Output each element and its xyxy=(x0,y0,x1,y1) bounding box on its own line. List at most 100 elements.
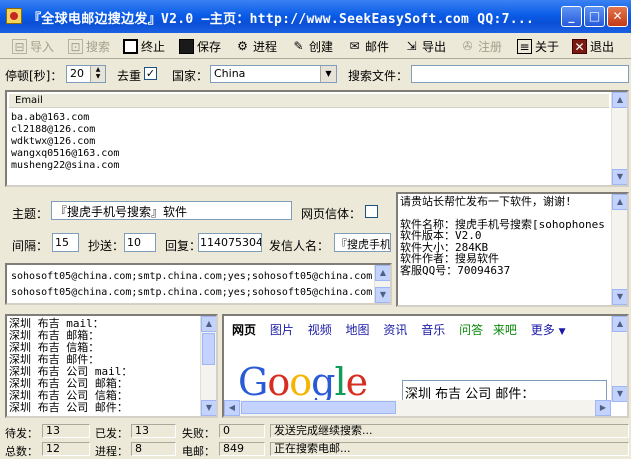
pending-label: 待发： xyxy=(5,427,38,440)
exit-label: 退出 xyxy=(590,39,615,54)
search-label: 搜索 xyxy=(86,39,111,54)
reply-input[interactable]: 1140753040 xyxy=(198,233,262,252)
browser-search-input[interactable]: 深圳 布吉 公司 邮件： xyxy=(402,380,607,402)
list-item[interactable]: ba.ab@163.com xyxy=(11,112,119,124)
progress-button[interactable]: ⚙ 进程 xyxy=(235,35,277,57)
search-button[interactable]: ⊡ 搜索 xyxy=(68,35,110,57)
scroll-up-icon[interactable]: ▲ xyxy=(612,92,627,108)
search-file-label: 搜索文件： xyxy=(348,69,409,83)
close-button[interactable]: ✕ xyxy=(607,6,628,27)
scroll-up-icon[interactable]: ▲ xyxy=(201,316,216,332)
country-select[interactable]: China ▼ xyxy=(210,65,337,83)
keyword-scrollbar[interactable]: ▲ ▼ xyxy=(200,316,216,416)
scroll-right-icon[interactable]: ▶ xyxy=(595,400,611,416)
failed-count: 0 xyxy=(219,424,265,438)
tab-web[interactable]: 网页 xyxy=(232,323,256,337)
tab-maps[interactable]: 地图 xyxy=(346,323,370,337)
subject-input[interactable]: 『搜虎手机号搜索』软件 xyxy=(51,201,292,220)
create-button[interactable]: ✎ 创建 xyxy=(291,35,333,57)
pause-value: 20 xyxy=(70,67,84,80)
stop-label: 终止 xyxy=(141,39,166,54)
smtp-scrollbar[interactable]: ▲ ▼ xyxy=(374,265,390,303)
list-item[interactable]: wangxq0516@163.com xyxy=(11,148,119,160)
country-label: 国家： xyxy=(172,69,209,83)
tab-laiba[interactable]: 来吧 xyxy=(493,323,517,337)
gear-icon: ⚙ xyxy=(237,38,248,53)
save-label: 保存 xyxy=(197,39,222,54)
info-box[interactable]: 请贵站长帮忙发布一下软件，谢谢! 软件名称：搜虎手机号搜索[sohophones… xyxy=(396,192,629,307)
tab-news[interactable]: 资讯 xyxy=(383,323,407,337)
exit-icon: ✕ xyxy=(572,38,587,54)
browser-pane[interactable]: 网页 图片 视频 地图 资讯 音乐 问答 来吧 更多 ▼ Google 深圳 布… xyxy=(222,314,629,418)
html-mail-label: 网页信体： xyxy=(301,207,362,221)
info-scrollbar[interactable]: ▲ ▼ xyxy=(611,194,627,305)
info-line: 软件版本：V2.0 xyxy=(400,229,482,242)
browser-hscrollbar[interactable]: ◀ ▶ xyxy=(224,400,611,416)
keyword-list[interactable]: 深圳 布吉 mail： 深圳 布吉 邮箱： 深圳 布吉 信箱： 深圳 布吉 邮件… xyxy=(5,314,218,418)
import-icon: ⊟ xyxy=(12,38,27,54)
tab-images[interactable]: 图片 xyxy=(270,323,294,337)
save-button[interactable]: 保存 xyxy=(179,35,221,57)
smtp-list[interactable]: sohosoft05@china.com;smtp.china.com;yes;… xyxy=(5,263,392,305)
stop-button[interactable]: 终止 xyxy=(123,35,165,57)
create-label: 创建 xyxy=(309,39,334,54)
register-button[interactable]: ✇ 注册 xyxy=(460,35,502,57)
scroll-down-icon[interactable]: ▼ xyxy=(375,287,390,303)
sent-label: 已发： xyxy=(95,427,128,440)
search-icon: ⊡ xyxy=(68,38,83,54)
about-label: 关于 xyxy=(535,39,560,54)
scroll-up-icon[interactable]: ▲ xyxy=(612,316,627,332)
import-button[interactable]: ⊟ 导入 xyxy=(12,35,54,57)
chevron-down-icon[interactable]: ▼ xyxy=(559,327,566,337)
subject-label: 主题： xyxy=(12,207,49,221)
mail-button[interactable]: ✉ 邮件 xyxy=(347,35,389,57)
smtp-line[interactable]: sohosoft05@china.com;smtp.china.com;yes;… xyxy=(11,285,378,301)
about-button[interactable]: ≡ 关于 xyxy=(517,35,559,57)
title-bar[interactable]: 『全球电邮边搜边发』V2.0 —主页：http://www.SeekEasySo… xyxy=(0,0,631,33)
export-icon: ⇲ xyxy=(406,38,417,53)
tab-videos[interactable]: 视频 xyxy=(308,323,332,337)
tab-music[interactable]: 音乐 xyxy=(421,323,445,337)
scroll-up-icon[interactable]: ▲ xyxy=(612,194,627,210)
sender-input[interactable]: 『搜虎手机 xyxy=(334,233,391,252)
smtp-line[interactable]: sohosoft05@china.com;smtp.china.com;yes;… xyxy=(11,269,378,285)
email-list[interactable]: Email ba.ab@163.com cl2188@126.com wdktw… xyxy=(5,90,629,187)
register-label: 注册 xyxy=(478,39,503,54)
email-list-scrollbar[interactable]: ▲ ▼ xyxy=(611,92,627,185)
info-line: 请贵站长帮忙发布一下软件，谢谢! xyxy=(400,195,572,208)
scroll-down-icon[interactable]: ▼ xyxy=(612,386,627,402)
browser-vscrollbar[interactable]: ▲ ▼ xyxy=(611,316,627,402)
email-column-header[interactable]: Email xyxy=(9,94,609,108)
tab-more[interactable]: 更多 xyxy=(531,323,555,337)
scroll-down-icon[interactable]: ▼ xyxy=(612,289,627,305)
export-button[interactable]: ⇲ 导出 xyxy=(404,35,446,57)
interval-input[interactable]: 15 xyxy=(52,233,79,252)
scroll-left-icon[interactable]: ◀ xyxy=(224,400,240,416)
scroll-down-icon[interactable]: ▼ xyxy=(612,169,627,185)
chevron-down-icon[interactable]: ▼ xyxy=(320,66,336,82)
dedupe-label: 去重 xyxy=(117,69,142,83)
cc-input[interactable]: 10 xyxy=(124,233,156,252)
scroll-down-icon[interactable]: ▼ xyxy=(201,400,216,416)
list-item[interactable]: wdktwx@126.com xyxy=(11,136,119,148)
minimize-button[interactable]: _ xyxy=(561,6,582,27)
list-item[interactable]: 深圳 布吉 公司 邮件： xyxy=(9,402,132,414)
cc-label: 抄送： xyxy=(88,239,125,253)
scroll-up-icon[interactable]: ▲ xyxy=(375,265,390,281)
status-message-2: 正在搜索电邮... xyxy=(270,442,629,456)
scroll-thumb[interactable] xyxy=(202,333,215,365)
exit-button[interactable]: ✕ 退出 xyxy=(572,35,614,57)
spin-arrows-icon[interactable]: ▲ ▼ xyxy=(90,66,105,82)
pending-count: 13 xyxy=(42,424,90,438)
stop-icon xyxy=(123,38,138,54)
tab-answers[interactable]: 问答 xyxy=(459,323,483,337)
scroll-thumb[interactable] xyxy=(241,401,396,414)
list-item[interactable]: musheng22@sina.com xyxy=(11,160,119,172)
pause-stepper[interactable]: 20 ▲ ▼ xyxy=(66,65,106,83)
dedupe-checkbox[interactable]: ✓ xyxy=(144,67,157,80)
maximize-button[interactable]: □ xyxy=(584,6,605,27)
html-mail-checkbox[interactable] xyxy=(365,205,378,218)
reply-label: 回复： xyxy=(165,239,202,253)
list-item[interactable]: cl2188@126.com xyxy=(11,124,119,136)
search-file-input[interactable] xyxy=(411,65,629,83)
